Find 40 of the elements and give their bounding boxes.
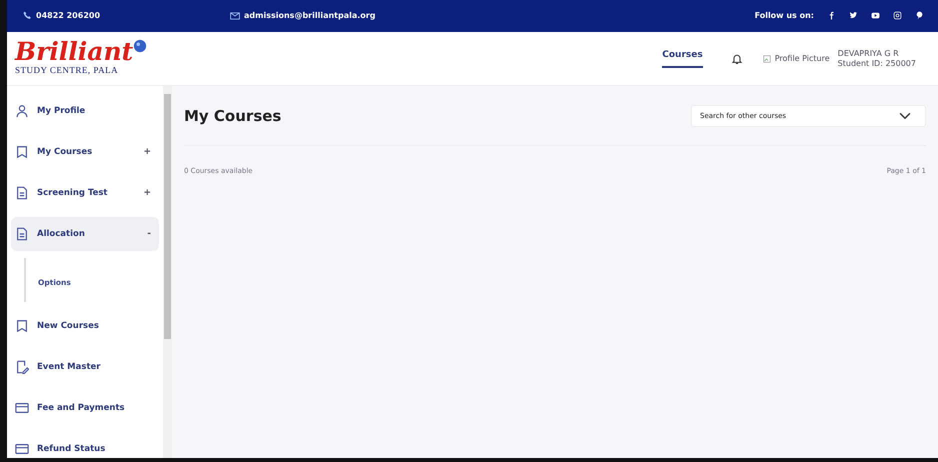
bell-icon[interactable] [730, 52, 743, 65]
sidebar-item[interactable]: My Courses + [11, 135, 159, 170]
card-icon [15, 401, 29, 416]
expand-toggle[interactable]: + [143, 146, 151, 160]
logo-subtitle: STUDY CENTRE, PALA [15, 64, 120, 78]
user-name: DEVAPRIYA G R [838, 48, 900, 59]
logo-title: Brilliant [15, 39, 134, 64]
edit-icon [15, 360, 29, 374]
sidebar-item[interactable]: Screening Test + [11, 176, 159, 210]
sidebar-item[interactable]: Event Master [11, 350, 159, 384]
document-icon [15, 186, 29, 200]
bookmark-icon [15, 145, 29, 160]
pin-icon [915, 11, 924, 20]
sidebar-item[interactable]: My Profile [11, 94, 159, 128]
scrollbar[interactable] [163, 86, 172, 458]
bird-icon [849, 11, 858, 20]
globe-icon [133, 39, 148, 54]
broken-image-icon [762, 54, 771, 63]
phone-number: 04822 206200 [36, 10, 100, 22]
email-address[interactable]: admissions@brilliantpala.org [244, 10, 376, 22]
expand-toggle[interactable]: - [147, 228, 151, 242]
bookmark-icon [15, 319, 29, 334]
camera-icon [893, 11, 902, 20]
sidebar-item[interactable]: New Courses [11, 309, 159, 344]
sidebar-item[interactable]: Fee and Payments [11, 391, 159, 426]
expand-toggle[interactable]: + [143, 186, 151, 200]
phone-icon [23, 11, 32, 20]
page-title: My Courses [184, 106, 282, 125]
mail-icon [230, 10, 240, 21]
document-icon [15, 227, 29, 242]
card-icon [15, 442, 29, 456]
video-icon [871, 11, 880, 20]
sidebar-item[interactable]: Allocation - [11, 217, 159, 252]
nav-link[interactable]: Courses [662, 49, 703, 68]
person-icon [15, 104, 29, 118]
sidebar-item[interactable]: Refund Status [11, 432, 159, 458]
student-id: Student ID: 250007 [838, 58, 916, 69]
follow-label: Follow us on: [754, 10, 814, 22]
profile-picture-alt: Profile Picture [774, 54, 830, 64]
facebook-icon [827, 11, 836, 20]
